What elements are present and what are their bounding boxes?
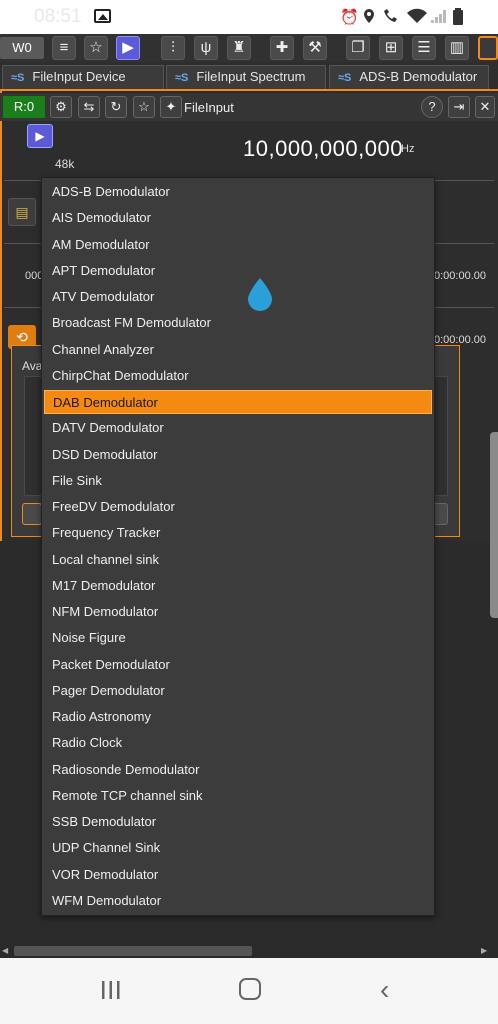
- dropdown-item[interactable]: NFM Demodulator: [44, 600, 432, 624]
- gear-icon[interactable]: ⚙: [50, 96, 72, 118]
- alarm-icon: ⏰: [340, 9, 359, 26]
- dropdown-item[interactable]: ChirpChat Demodulator: [44, 364, 432, 388]
- add-preset-icon[interactable]: ✚: [270, 36, 294, 60]
- workspace-label[interactable]: W0: [0, 37, 44, 59]
- stack-icon[interactable]: [478, 36, 498, 60]
- status-time: 08:51: [34, 6, 82, 27]
- tab-fileinput-device[interactable]: ≈S FileInput Device: [2, 65, 164, 89]
- sdrangel-icon: ≈S: [11, 72, 25, 84]
- dropdown-item[interactable]: FreeDV Demodulator: [44, 495, 432, 519]
- device-play-button[interactable]: ▶: [27, 124, 53, 148]
- scroll-left-icon[interactable]: ◀: [2, 946, 8, 955]
- dropdown-item[interactable]: ADS-B Demodulator: [44, 180, 432, 204]
- rows-icon[interactable]: ☰: [412, 36, 436, 60]
- dropdown-item[interactable]: Remote TCP channel sink: [44, 784, 432, 808]
- tab-adsb-demodulator[interactable]: ≈S ADS-B Demodulator: [329, 65, 489, 89]
- wifi-icon: [406, 8, 428, 24]
- dropdown-item[interactable]: M17 Demodulator: [44, 574, 432, 598]
- scroll-right-icon[interactable]: ▶: [481, 946, 487, 955]
- dropdown-item[interactable]: DATV Demodulator: [44, 416, 432, 440]
- battery-icon: [452, 8, 464, 25]
- device-title: FileInput: [184, 100, 234, 115]
- dropdown-item[interactable]: Channel Analyzer: [44, 338, 432, 362]
- close-icon[interactable]: ✕: [475, 96, 495, 118]
- dropdown-item[interactable]: Broadcast FM Demodulator: [44, 311, 432, 335]
- dropdown-item[interactable]: APT Demodulator: [44, 259, 432, 283]
- dropdown-item[interactable]: Radio Astronomy: [44, 705, 432, 729]
- dropdown-item[interactable]: Radio Clock: [44, 731, 432, 755]
- tab-label: FileInput Spectrum: [196, 69, 306, 84]
- dropdown-item[interactable]: Noise Figure: [44, 626, 432, 650]
- available-channels-label: Ava: [22, 359, 43, 373]
- dropdown-item[interactable]: WFM Demodulator: [44, 889, 432, 913]
- dropdown-item[interactable]: DSD Demodulator: [44, 443, 432, 467]
- home-icon[interactable]: [239, 978, 261, 1000]
- gallery-icon: [94, 9, 111, 23]
- dropdown-item[interactable]: VOR Demodulator: [44, 863, 432, 887]
- wifi-call-icon: [381, 8, 399, 24]
- reload-icon[interactable]: ↻: [105, 96, 127, 118]
- star-icon[interactable]: ☆: [133, 96, 155, 118]
- channel-icon[interactable]: ⫶: [161, 36, 185, 60]
- back-icon[interactable]: ‹: [380, 976, 389, 1004]
- scrollbar-thumb[interactable]: [14, 946, 252, 956]
- play-icon[interactable]: ▶: [116, 36, 140, 60]
- dropdown-item[interactable]: DAB Demodulator: [44, 390, 432, 414]
- frequency-unit: Hz: [401, 143, 415, 155]
- recent-apps-icon[interactable]: [100, 979, 122, 1001]
- signal-icon: [430, 8, 448, 24]
- settings-icon[interactable]: ⚒: [303, 36, 327, 60]
- add-channel-icon[interactable]: ✦: [160, 96, 182, 118]
- main-toolbar: W0 ≡ ☆ ▶ ⫶ ψ ♜ ✚ ⚒ ❐ ⊞ ☰ ▥: [0, 34, 498, 62]
- workspace-tabs: ≈S FileInput Device ≈S FileInput Spectrum …: [0, 62, 498, 90]
- channel-dropdown-list: ADS-B Demodulator AIS Demodulator AM Demod…: [41, 177, 435, 916]
- dropdown-item[interactable]: File Sink: [44, 469, 432, 493]
- dock-icon[interactable]: ⇥: [448, 96, 470, 118]
- window-icon[interactable]: ❐: [346, 36, 370, 60]
- tab-fileinput-spectrum[interactable]: ≈S FileInput Spectrum: [166, 65, 326, 89]
- dropdown-item[interactable]: SSB Demodulator: [44, 810, 432, 834]
- columns-icon[interactable]: ▥: [445, 36, 469, 60]
- open-file-button[interactable]: ▤: [8, 198, 36, 226]
- tab-label: ADS-B Demodulator: [359, 69, 478, 84]
- dropdown-item[interactable]: UDP Channel Sink: [44, 836, 432, 860]
- dropdown-item[interactable]: Local channel sink: [44, 548, 432, 572]
- touch-handle-icon[interactable]: [245, 276, 275, 312]
- feature-icon[interactable]: ♜: [227, 36, 251, 60]
- tab-label: FileInput Device: [32, 69, 126, 84]
- dropdown-item[interactable]: Frequency Tracker: [44, 521, 432, 545]
- sdrangel-icon: ≈S: [338, 72, 352, 84]
- menu-icon[interactable]: ≡: [52, 36, 76, 60]
- elapsed-time: 0:00:00.00: [434, 270, 486, 282]
- center-frequency: 10,000,000,000: [243, 136, 403, 161]
- location-icon: [362, 8, 376, 24]
- vertical-scrollbar[interactable]: [490, 432, 498, 618]
- dropdown-item[interactable]: Pager Demodulator: [44, 679, 432, 703]
- dialog-button[interactable]: [22, 503, 42, 525]
- dropdown-item[interactable]: AIS Demodulator: [44, 206, 432, 230]
- help-icon[interactable]: ?: [421, 96, 443, 118]
- swap-icon[interactable]: ⇆: [78, 96, 100, 118]
- star-icon[interactable]: ☆: [84, 36, 108, 60]
- dropdown-item[interactable]: ATV Demodulator: [44, 285, 432, 309]
- dropdown-item[interactable]: Packet Demodulator: [44, 653, 432, 677]
- antenna-icon[interactable]: ψ: [194, 36, 218, 60]
- sample-rate: 48k: [55, 157, 75, 171]
- sdrangel-icon: ≈S: [175, 72, 189, 84]
- rx-index-badge[interactable]: R:0: [3, 96, 45, 118]
- dropdown-item[interactable]: Radiosonde Demodulator: [44, 758, 432, 782]
- dropdown-item[interactable]: AM Demodulator: [44, 233, 432, 257]
- grid-icon[interactable]: ⊞: [379, 36, 403, 60]
